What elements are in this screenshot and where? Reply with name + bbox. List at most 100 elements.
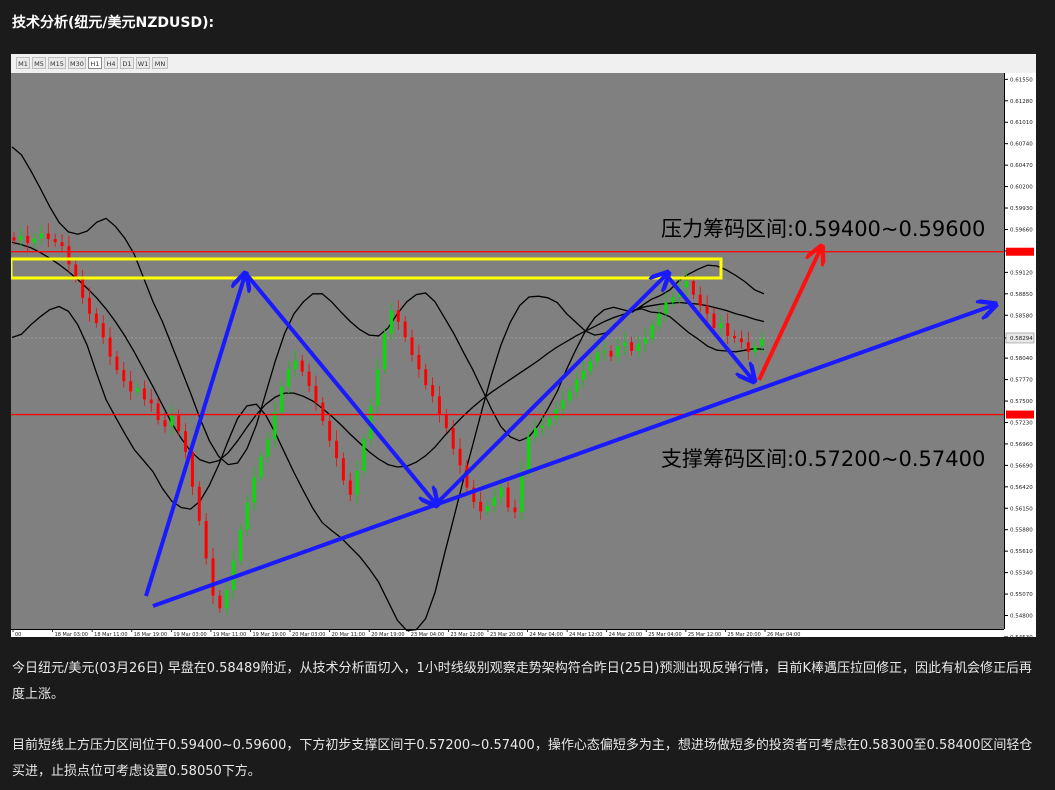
candle-bull xyxy=(362,439,366,471)
candle-bull xyxy=(568,391,572,401)
candle-bear xyxy=(348,480,352,495)
candle-bull xyxy=(39,233,43,239)
x-tick-label: 25 Mar 12:00 xyxy=(688,632,721,637)
candle-bull xyxy=(170,415,174,427)
candle-bear xyxy=(184,431,188,452)
timeframe-button-h1[interactable]: H1 xyxy=(88,57,102,69)
candle-bear xyxy=(142,388,146,400)
candle-bull xyxy=(252,477,256,503)
y-tick-label: 0.57770 xyxy=(1010,378,1033,384)
y-tick-label: 0.59120 xyxy=(1010,270,1033,276)
timeframe-button-m15[interactable]: M15 xyxy=(48,57,66,69)
resistance-price-tag xyxy=(1006,247,1034,256)
candle-bull xyxy=(286,369,290,387)
candle-bear xyxy=(321,402,325,421)
analysis-paragraph-2: 目前短线上方压力区间位于0.59400~0.59600，下方初步支撑区间于0.5… xyxy=(12,738,1033,779)
timeframe-button-m5[interactable]: M5 xyxy=(32,57,46,69)
candle-bull xyxy=(245,502,249,530)
candle-bull xyxy=(547,418,551,426)
candle-bull xyxy=(616,346,620,357)
y-tick-label: 0.54800 xyxy=(1010,613,1033,619)
y-tick-label: 0.61010 xyxy=(1010,120,1033,126)
timeframe-button-m1[interactable]: M1 xyxy=(16,57,30,69)
candle-bull xyxy=(685,281,689,288)
candle-bear xyxy=(746,342,750,352)
candle-bear xyxy=(479,501,483,512)
candle-bear xyxy=(437,396,441,415)
x-tick-label: 18 Mar 11:00 xyxy=(94,632,127,637)
candle-bear xyxy=(101,323,105,338)
x-tick-label: 25 Mar 20:00 xyxy=(727,632,760,637)
timeframe-button-h4[interactable]: H4 xyxy=(104,57,118,69)
y-tick-label: 0.57500 xyxy=(1010,399,1033,405)
support-zone-label: 支撑筹码区间:0.57200~0.57400 xyxy=(661,447,985,471)
candle-bear xyxy=(300,360,304,372)
x-tick-label: 19 Mar 19:00 xyxy=(252,632,285,637)
candle-bull xyxy=(225,590,229,609)
page-heading: 技术分析(纽元/美元NZDUSD): xyxy=(12,15,215,31)
timeframe-toolbar: M1 M5 M15 M30 H1 H4 D1 W1 MN xyxy=(11,54,1036,74)
candle-bear xyxy=(122,370,126,382)
candle-bull xyxy=(19,235,23,241)
x-tick-label: 25 Mar 04:00 xyxy=(648,632,681,637)
candle-bear xyxy=(733,335,737,339)
x-tick-label: 19 Mar 11:00 xyxy=(213,632,246,637)
candle-bear xyxy=(46,233,50,240)
candle-bear xyxy=(458,448,462,466)
candle-bull xyxy=(355,470,359,495)
candle-bull xyxy=(527,436,531,472)
candle-bull xyxy=(486,505,490,512)
candle-bull xyxy=(582,370,586,380)
timeframe-button-w1[interactable]: W1 xyxy=(136,57,150,69)
candle-bull xyxy=(753,346,757,352)
candle-bull xyxy=(650,325,654,339)
candle-bull xyxy=(602,351,606,353)
candle-bear xyxy=(630,342,634,351)
x-tick-label: 19 Mar 03:00 xyxy=(173,632,206,637)
candle-bull xyxy=(238,529,242,561)
current-price-label: 0.58294 xyxy=(1010,336,1033,342)
timeframe-button-m30[interactable]: M30 xyxy=(68,57,86,69)
candle-bull xyxy=(280,386,284,413)
x-tick-label: 23 Mar 12:00 xyxy=(450,632,483,637)
x-tick-label: 20 Mar 11:00 xyxy=(332,632,365,637)
y-tick-label: 0.60200 xyxy=(1010,185,1033,191)
timeframe-button-d1[interactable]: D1 xyxy=(120,57,134,69)
y-tick-label: 0.54530 xyxy=(1010,635,1033,637)
y-tick-label: 0.55880 xyxy=(1010,528,1033,534)
candle-bear xyxy=(314,385,318,403)
candle-bull xyxy=(719,323,723,328)
candle-bear xyxy=(197,486,201,521)
candle-bull xyxy=(554,408,558,419)
x-tick-label: 00 xyxy=(15,632,21,637)
candle-bear xyxy=(108,337,112,357)
x-tick-label: 24 Mar 20:00 xyxy=(609,632,642,637)
candle-bear xyxy=(410,337,414,355)
candle-bear xyxy=(424,369,428,386)
candle-bull xyxy=(643,338,647,344)
candle-bear xyxy=(12,237,16,241)
candle-bull xyxy=(588,361,592,371)
candle-bull xyxy=(623,342,627,347)
candle-bear xyxy=(177,415,181,432)
candle-bear xyxy=(67,246,71,265)
candle-bear xyxy=(451,428,455,449)
candle-bear xyxy=(403,321,407,338)
y-tick-label: 0.59660 xyxy=(1010,227,1033,233)
candle-bull xyxy=(376,369,380,406)
resistance-zone-label: 压力筹码区间:0.59400~0.59600 xyxy=(661,217,985,241)
candle-bear xyxy=(115,356,119,371)
candle-bull xyxy=(575,379,579,392)
y-tick-label: 0.61280 xyxy=(1010,99,1033,105)
candle-bull xyxy=(534,428,538,437)
candle-bear xyxy=(444,414,448,429)
y-tick-label: 0.60470 xyxy=(1010,163,1033,169)
candle-bear xyxy=(705,305,709,314)
candle-bear xyxy=(712,313,716,328)
candle-bear xyxy=(506,487,510,508)
candle-bull xyxy=(540,425,544,429)
y-tick-label: 0.56690 xyxy=(1010,463,1033,469)
timeframe-button-mn[interactable]: MN xyxy=(152,57,168,69)
y-tick-label: 0.59930 xyxy=(1010,206,1033,212)
candle-bull xyxy=(595,352,599,362)
